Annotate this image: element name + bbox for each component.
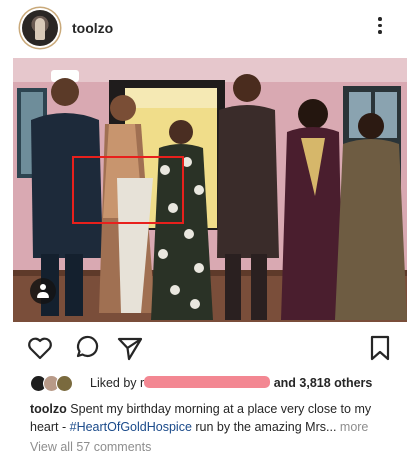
profile-avatar[interactable] [22,10,58,46]
liked-by-label: Liked by [90,376,137,390]
dot [378,17,382,21]
avatar-figure [35,18,45,40]
post-header: toolzo [0,0,414,58]
caption-more-link[interactable]: more [340,420,368,434]
likes-text[interactable]: Liked by r and 3,818 others [90,376,372,390]
caption-text-after: run by the amazing Mrs... [195,420,337,434]
likes-count[interactable]: and 3,818 others [274,376,373,390]
caption-username[interactable]: toolzo [30,402,67,416]
redacted-name [144,376,271,388]
more-options-icon[interactable] [372,14,388,40]
post-photo[interactable] [13,58,407,322]
likes-row: Liked by r and 3,818 others [30,374,410,394]
caption-hashtag[interactable]: #HeartOfGoldHospice [70,420,192,434]
view-all-comments-link[interactable]: View all 57 comments [30,440,151,454]
paper-plane-icon[interactable] [116,334,144,362]
dot [378,30,382,34]
heart-icon[interactable] [26,334,54,362]
user-tag-icon[interactable] [30,278,56,304]
post-username[interactable]: toolzo [72,20,113,36]
action-bar [0,330,414,364]
liker-avatar [56,375,73,392]
red-highlight-box [72,156,184,224]
comment-icon[interactable] [72,334,100,362]
post-caption: toolzo Spent my birthday morning at a pl… [30,400,400,436]
dot [378,23,382,27]
bookmark-icon[interactable] [366,334,394,362]
liker-avatars [30,375,84,393]
